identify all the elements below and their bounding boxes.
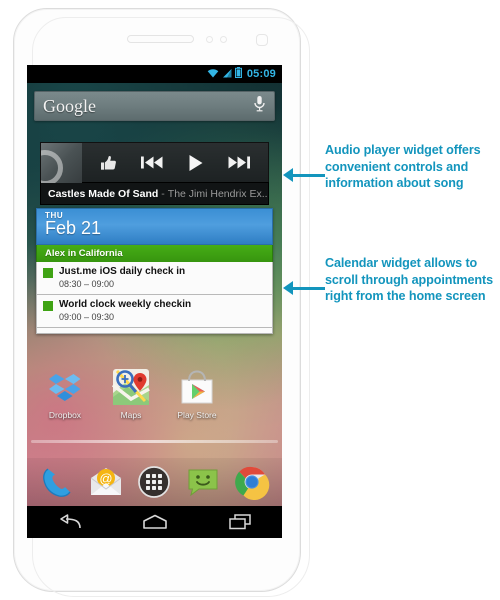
next-icon[interactable] bbox=[228, 155, 250, 170]
calendar-event-item[interactable]: World clock weekly checkin 09:00 – 09:30 bbox=[36, 295, 273, 328]
previous-icon[interactable] bbox=[141, 155, 163, 170]
annotation-audio-text: Audio player widget offers convenient co… bbox=[325, 143, 481, 190]
earpiece-speaker bbox=[127, 35, 194, 43]
google-maps-icon[interactable] bbox=[111, 367, 151, 407]
dropbox-icon[interactable] bbox=[45, 367, 85, 407]
event-color-swatch bbox=[43, 268, 53, 278]
phone-icon[interactable] bbox=[39, 464, 75, 500]
event-title: World clock weekly checkin bbox=[59, 299, 192, 310]
audio-player-widget[interactable]: Castles Made Of Sand - The Jimi Hendrix … bbox=[40, 142, 269, 205]
track-title: Castles Made Of Sand bbox=[48, 187, 159, 200]
battery-icon bbox=[234, 65, 242, 83]
play-icon[interactable] bbox=[188, 154, 204, 172]
track-artist: The Jimi Hendrix Ex.. bbox=[167, 187, 268, 200]
audio-player-controls bbox=[40, 142, 269, 183]
home-screen-dock: @ bbox=[27, 458, 282, 506]
home-screen-page-indicator bbox=[31, 440, 278, 443]
front-camera-icon bbox=[256, 34, 268, 46]
annotation-arrow-audio bbox=[283, 168, 325, 182]
calendar-event-partial-row[interactable] bbox=[36, 328, 273, 334]
cellular-signal-icon bbox=[222, 65, 232, 83]
chrome-icon[interactable] bbox=[234, 464, 270, 501]
arrow-head-icon bbox=[283, 168, 293, 182]
play-store-icon[interactable] bbox=[177, 367, 217, 407]
annotation-arrow-calendar bbox=[283, 281, 325, 295]
status-bar: 05:09 bbox=[27, 65, 282, 83]
app-label: Maps bbox=[120, 410, 142, 420]
system-navigation-bar bbox=[27, 506, 282, 538]
annotation-audio-player: Audio player widget offers convenient co… bbox=[283, 142, 500, 192]
app-label: Play Store bbox=[177, 410, 217, 420]
microphone-icon[interactable] bbox=[253, 95, 266, 118]
event-title: Just.me iOS daily check in bbox=[59, 266, 186, 277]
album-art-thumbnail bbox=[41, 142, 82, 183]
calendar-event-item[interactable]: Just.me iOS daily check in 08:30 – 09:00 bbox=[36, 262, 273, 295]
google-search-label: Google bbox=[43, 95, 96, 116]
app-drawer-icon[interactable] bbox=[136, 464, 172, 500]
back-arrow-icon[interactable] bbox=[49, 509, 91, 535]
app-label: Dropbox bbox=[48, 410, 82, 420]
calendar-all-day-event[interactable]: Alex in California bbox=[36, 245, 273, 262]
track-separator: - bbox=[161, 187, 165, 200]
home-screen-app-row: Dropbox Maps Play Store bbox=[37, 367, 272, 420]
annotation-calendar-text: Calendar widget allows to scroll through… bbox=[325, 256, 494, 303]
event-time: 08:30 – 09:00 bbox=[59, 279, 115, 289]
messaging-icon[interactable] bbox=[185, 464, 221, 500]
calendar-date: Feb 21 bbox=[45, 218, 102, 238]
app-shortcut-dropbox[interactable]: Dropbox bbox=[37, 367, 93, 420]
app-shortcut-play-store[interactable]: Play Store bbox=[169, 367, 225, 420]
event-color-swatch bbox=[43, 301, 53, 311]
phone-screen: 05:09 Google Castles Made Of Sand - The … bbox=[27, 65, 282, 538]
calendar-all-day-label: Alex in California bbox=[45, 248, 123, 259]
app-shortcut-maps[interactable]: Maps bbox=[103, 367, 159, 420]
now-playing-bar[interactable]: Castles Made Of Sand - The Jimi Hendrix … bbox=[40, 182, 269, 205]
event-time: 09:00 – 09:30 bbox=[59, 312, 115, 322]
google-search-widget[interactable]: Google bbox=[34, 91, 275, 121]
email-icon[interactable]: @ bbox=[88, 464, 124, 500]
calendar-widget[interactable]: THU Feb 21 Alex in California Just.me iO… bbox=[36, 208, 273, 334]
annotation-calendar: Calendar widget allows to scroll through… bbox=[283, 255, 500, 305]
arrow-line bbox=[293, 173, 325, 177]
arrow-line bbox=[293, 286, 325, 290]
arrow-head-icon bbox=[283, 281, 293, 295]
home-icon[interactable] bbox=[134, 509, 176, 535]
recent-apps-icon[interactable] bbox=[219, 509, 261, 535]
light-sensor-icon bbox=[220, 36, 227, 43]
audio-player-button-row bbox=[82, 154, 268, 172]
status-bar-clock: 05:09 bbox=[246, 68, 276, 80]
calendar-header[interactable]: THU Feb 21 bbox=[36, 208, 273, 245]
thumbs-up-icon[interactable] bbox=[100, 155, 117, 171]
proximity-sensor-icon bbox=[206, 36, 213, 43]
wifi-icon bbox=[207, 65, 219, 83]
